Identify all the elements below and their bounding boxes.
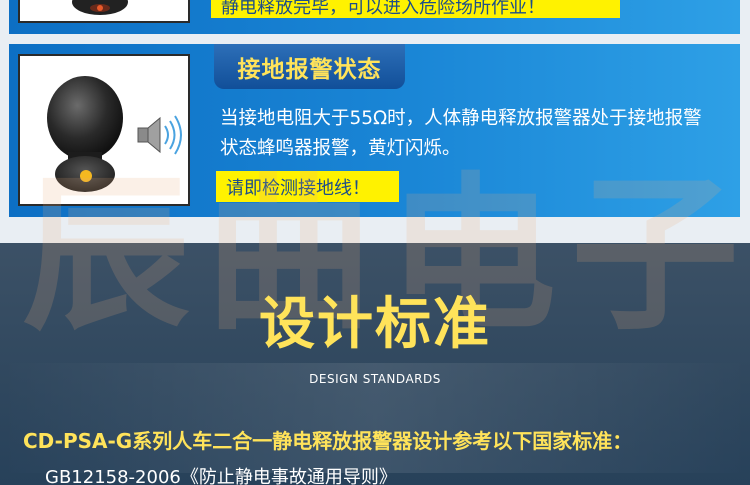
design-standards-title: 设计标准 — [259, 292, 491, 357]
ground-alarm-panel: 接地报警状态 当接地电阻大于55Ω时，人体静电释放报警器处于接地报警状态蜂鸣器报… — [9, 44, 740, 217]
top-section: 静电释放完毕，可以进入危险场所作业！ 接地报警状态 当接地电阻大于55Ω时，人体… — [0, 0, 750, 243]
device-image-prev — [20, 0, 188, 21]
device-photo — [18, 54, 190, 206]
ground-alarm-title: 接地报警状态 — [214, 44, 405, 89]
release-complete-text: 静电释放完毕，可以进入危险场所作业！ — [211, 0, 620, 18]
standards-heading: CD-PSA-G系列人车二合一静电释放报警器设计参考以下国家标准： — [23, 429, 633, 453]
design-standards-subtitle: DESIGN STANDARDS — [309, 372, 441, 386]
device-photo-prev — [18, 0, 190, 23]
indicator-light-icon — [80, 170, 92, 182]
release-complete-panel: 静电释放完毕，可以进入危险场所作业！ — [9, 0, 740, 34]
ground-alarm-description: 当接地电阻大于55Ω时，人体静电释放报警器处于接地报警状态蜂鸣器报警，黄灯闪烁。 — [220, 108, 702, 159]
standard-item: GB12158-2006《防止静电事故通用导则》 — [45, 467, 397, 485]
indicator-light-icon — [97, 5, 103, 11]
check-ground-wire-notice: 请即检测接地线！ — [216, 171, 399, 202]
device-image — [20, 56, 188, 204]
